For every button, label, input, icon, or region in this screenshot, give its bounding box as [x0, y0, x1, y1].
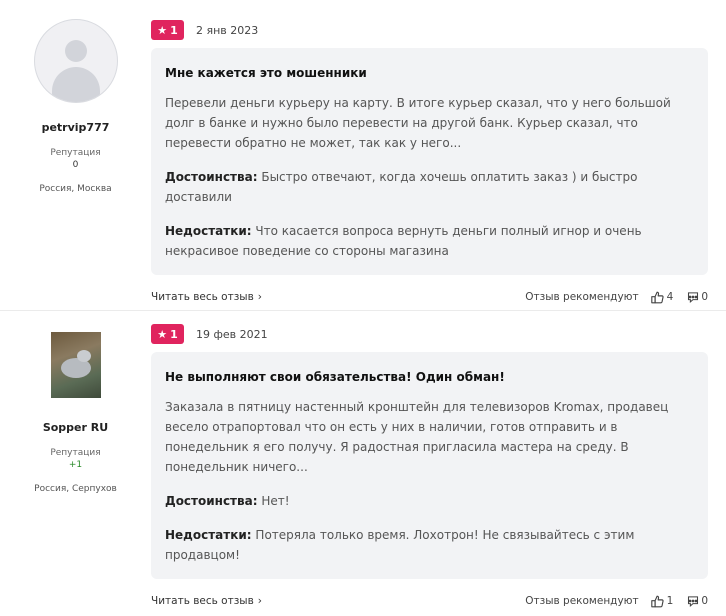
review-cons: Недостатки: Потеряла только время. Лохот…	[165, 525, 694, 565]
comments-button[interactable]: 0	[687, 595, 708, 607]
rating-badge: ★ 1	[151, 20, 184, 40]
recommend-label: Отзыв рекомендуют	[525, 291, 639, 303]
like-button[interactable]: 1	[650, 595, 674, 608]
review-content: ★ 1 19 фев 2021 Не выполняют свои обязат…	[151, 324, 708, 609]
review: Sopper RU Репутация +1 Россия, Серпухов …	[0, 310, 726, 616]
read-full-review-link[interactable]: Читать весь отзыв ›	[151, 291, 262, 303]
star-icon: ★	[157, 23, 168, 37]
read-more-label: Читать весь отзыв	[151, 595, 254, 607]
reputation-value: 0	[72, 160, 79, 170]
thumbs-up-icon	[650, 291, 664, 303]
comments-button[interactable]: 0	[687, 291, 708, 303]
review-cons: Недостатки: Что касается вопроса вернуть…	[165, 221, 694, 261]
review-text: Заказала в пятницу настенный кронштейн д…	[165, 400, 669, 474]
review: petrvip777 Репутация 0 Россия, Москва ★ …	[0, 0, 726, 310]
review-author: petrvip777 Репутация 0 Россия, Москва	[0, 19, 151, 194]
like-button[interactable]: 4	[650, 291, 674, 304]
review-pros: Достоинства: Быстро отвечают, когда хоче…	[165, 167, 694, 207]
avatar[interactable]	[33, 19, 118, 103]
pros-label: Достоинства:	[165, 494, 258, 508]
rating-badge: ★ 1	[151, 324, 184, 344]
review-title[interactable]: Не выполняют свои обязательства! Один об…	[165, 369, 694, 385]
review-footer: Читать весь отзыв › Отзыв рекомендуют 1 0	[151, 593, 708, 609]
reputation-label: Репутация	[50, 448, 101, 458]
review-pros: Достоинства: Нет!	[165, 491, 694, 511]
review-date: 19 фев 2021	[196, 327, 268, 341]
review-meta: ★ 1 2 янв 2023	[151, 20, 708, 40]
author-username[interactable]: Sopper RU	[0, 421, 151, 434]
comment-icon	[688, 292, 699, 303]
author-location: Россия, Серпухов	[34, 484, 117, 494]
review-title[interactable]: Мне кажется это мошенники	[165, 65, 694, 81]
cons-label: Недостатки:	[165, 224, 252, 238]
author-username[interactable]: petrvip777	[0, 121, 151, 134]
chevron-right-icon: ›	[257, 291, 262, 303]
reputation-label: Репутация	[50, 148, 101, 158]
read-more-label: Читать весь отзыв	[151, 291, 254, 303]
default-user-icon	[64, 40, 87, 62]
read-full-review-link[interactable]: Читать весь отзыв ›	[151, 595, 262, 607]
cons-label: Недостатки:	[165, 528, 252, 542]
comments-count: 0	[701, 291, 708, 303]
review-footer: Читать весь отзыв › Отзыв рекомендуют 4 0	[151, 289, 708, 305]
comments-count: 0	[701, 595, 708, 607]
review-text: Перевели деньги курьеру на карту. В итог…	[165, 96, 671, 150]
likes-count: 1	[666, 595, 674, 607]
author-location: Россия, Москва	[39, 184, 112, 194]
pros-label: Достоинства:	[165, 170, 258, 184]
chevron-right-icon: ›	[257, 595, 262, 607]
avatar[interactable]	[50, 332, 101, 398]
thumbs-up-icon	[650, 595, 664, 607]
review-date: 2 янв 2023	[196, 23, 259, 37]
pros-text: Нет!	[261, 494, 290, 508]
review-card: Не выполняют свои обязательства! Один об…	[151, 352, 708, 579]
review-content: ★ 1 2 янв 2023 Мне кажется это мошенники…	[151, 20, 708, 305]
review-meta: ★ 1 19 фев 2021	[151, 324, 708, 344]
rating-value: 1	[170, 327, 178, 341]
star-icon: ★	[157, 327, 168, 341]
review-author: Sopper RU Репутация +1 Россия, Серпухов	[0, 332, 151, 494]
rating-value: 1	[170, 23, 178, 37]
reputation-value: +1	[68, 460, 83, 470]
comment-icon	[688, 596, 699, 607]
recommend-label: Отзыв рекомендуют	[525, 595, 639, 607]
review-card: Мне кажется это мошенники Перевели деньг…	[151, 48, 708, 275]
likes-count: 4	[666, 291, 674, 303]
